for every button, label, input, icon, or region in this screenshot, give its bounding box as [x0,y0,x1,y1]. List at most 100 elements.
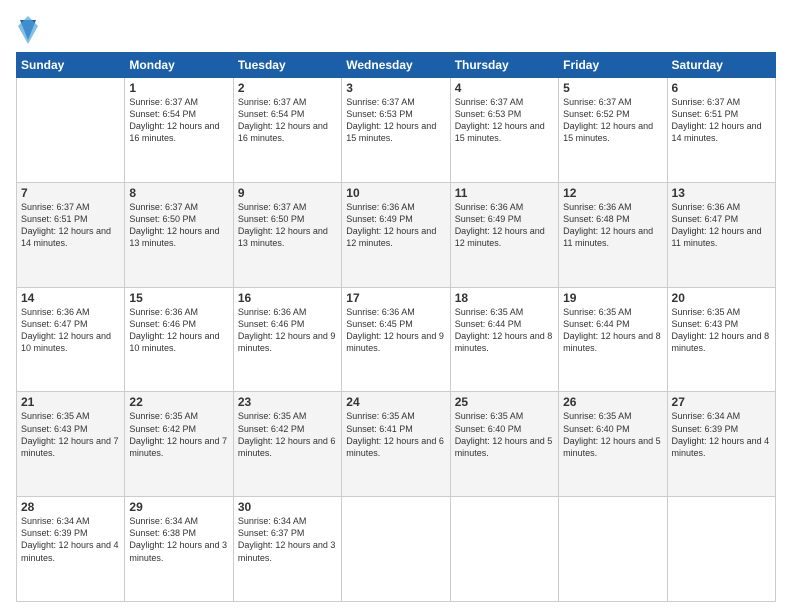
calendar-week-1: 1Sunrise: 6:37 AM Sunset: 6:54 PM Daylig… [17,78,776,183]
cell-info: Sunrise: 6:34 AM Sunset: 6:38 PM Dayligh… [129,515,228,564]
calendar-header-row: SundayMondayTuesdayWednesdayThursdayFrid… [17,53,776,78]
calendar-cell: 7Sunrise: 6:37 AM Sunset: 6:51 PM Daylig… [17,182,125,287]
day-number: 2 [238,81,337,95]
calendar-cell: 12Sunrise: 6:36 AM Sunset: 6:48 PM Dayli… [559,182,667,287]
calendar-cell: 1Sunrise: 6:37 AM Sunset: 6:54 PM Daylig… [125,78,233,183]
day-number: 24 [346,395,445,409]
calendar-header-wednesday: Wednesday [342,53,450,78]
calendar-cell: 4Sunrise: 6:37 AM Sunset: 6:53 PM Daylig… [450,78,558,183]
day-number: 12 [563,186,662,200]
day-number: 19 [563,291,662,305]
day-number: 6 [672,81,771,95]
cell-info: Sunrise: 6:37 AM Sunset: 6:51 PM Dayligh… [672,96,771,145]
calendar-header-tuesday: Tuesday [233,53,341,78]
calendar-cell [667,497,775,602]
day-number: 18 [455,291,554,305]
calendar-week-3: 14Sunrise: 6:36 AM Sunset: 6:47 PM Dayli… [17,287,776,392]
calendar-cell: 11Sunrise: 6:36 AM Sunset: 6:49 PM Dayli… [450,182,558,287]
calendar-cell: 18Sunrise: 6:35 AM Sunset: 6:44 PM Dayli… [450,287,558,392]
calendar-header-friday: Friday [559,53,667,78]
calendar-cell: 23Sunrise: 6:35 AM Sunset: 6:42 PM Dayli… [233,392,341,497]
day-number: 21 [21,395,120,409]
day-number: 26 [563,395,662,409]
calendar-week-4: 21Sunrise: 6:35 AM Sunset: 6:43 PM Dayli… [17,392,776,497]
cell-info: Sunrise: 6:37 AM Sunset: 6:53 PM Dayligh… [455,96,554,145]
calendar-header-saturday: Saturday [667,53,775,78]
cell-info: Sunrise: 6:35 AM Sunset: 6:43 PM Dayligh… [21,410,120,459]
day-number: 3 [346,81,445,95]
cell-info: Sunrise: 6:37 AM Sunset: 6:52 PM Dayligh… [563,96,662,145]
page: SundayMondayTuesdayWednesdayThursdayFrid… [0,0,792,612]
day-number: 8 [129,186,228,200]
calendar-cell [342,497,450,602]
calendar-cell: 5Sunrise: 6:37 AM Sunset: 6:52 PM Daylig… [559,78,667,183]
calendar-header-sunday: Sunday [17,53,125,78]
calendar-cell: 19Sunrise: 6:35 AM Sunset: 6:44 PM Dayli… [559,287,667,392]
day-number: 17 [346,291,445,305]
day-number: 14 [21,291,120,305]
cell-info: Sunrise: 6:37 AM Sunset: 6:50 PM Dayligh… [238,201,337,250]
day-number: 16 [238,291,337,305]
calendar-cell: 22Sunrise: 6:35 AM Sunset: 6:42 PM Dayli… [125,392,233,497]
calendar-cell: 16Sunrise: 6:36 AM Sunset: 6:46 PM Dayli… [233,287,341,392]
day-number: 1 [129,81,228,95]
day-number: 23 [238,395,337,409]
calendar-cell: 6Sunrise: 6:37 AM Sunset: 6:51 PM Daylig… [667,78,775,183]
day-number: 30 [238,500,337,514]
cell-info: Sunrise: 6:35 AM Sunset: 6:40 PM Dayligh… [455,410,554,459]
calendar-cell: 3Sunrise: 6:37 AM Sunset: 6:53 PM Daylig… [342,78,450,183]
calendar-cell: 13Sunrise: 6:36 AM Sunset: 6:47 PM Dayli… [667,182,775,287]
calendar-cell: 9Sunrise: 6:37 AM Sunset: 6:50 PM Daylig… [233,182,341,287]
cell-info: Sunrise: 6:35 AM Sunset: 6:41 PM Dayligh… [346,410,445,459]
day-number: 7 [21,186,120,200]
day-number: 29 [129,500,228,514]
calendar-cell: 17Sunrise: 6:36 AM Sunset: 6:45 PM Dayli… [342,287,450,392]
cell-info: Sunrise: 6:35 AM Sunset: 6:42 PM Dayligh… [129,410,228,459]
day-number: 11 [455,186,554,200]
day-number: 9 [238,186,337,200]
cell-info: Sunrise: 6:35 AM Sunset: 6:44 PM Dayligh… [455,306,554,355]
calendar-cell: 14Sunrise: 6:36 AM Sunset: 6:47 PM Dayli… [17,287,125,392]
calendar-cell: 21Sunrise: 6:35 AM Sunset: 6:43 PM Dayli… [17,392,125,497]
cell-info: Sunrise: 6:37 AM Sunset: 6:54 PM Dayligh… [238,96,337,145]
calendar-cell: 30Sunrise: 6:34 AM Sunset: 6:37 PM Dayli… [233,497,341,602]
day-number: 27 [672,395,771,409]
day-number: 28 [21,500,120,514]
calendar-week-5: 28Sunrise: 6:34 AM Sunset: 6:39 PM Dayli… [17,497,776,602]
calendar-week-2: 7Sunrise: 6:37 AM Sunset: 6:51 PM Daylig… [17,182,776,287]
logo [16,16,38,44]
day-number: 20 [672,291,771,305]
cell-info: Sunrise: 6:35 AM Sunset: 6:43 PM Dayligh… [672,306,771,355]
header [16,16,776,44]
cell-info: Sunrise: 6:36 AM Sunset: 6:49 PM Dayligh… [455,201,554,250]
day-number: 25 [455,395,554,409]
calendar-header-thursday: Thursday [450,53,558,78]
cell-info: Sunrise: 6:37 AM Sunset: 6:53 PM Dayligh… [346,96,445,145]
logo-icon [18,16,38,44]
calendar-cell: 24Sunrise: 6:35 AM Sunset: 6:41 PM Dayli… [342,392,450,497]
calendar-cell: 29Sunrise: 6:34 AM Sunset: 6:38 PM Dayli… [125,497,233,602]
calendar-cell: 28Sunrise: 6:34 AM Sunset: 6:39 PM Dayli… [17,497,125,602]
cell-info: Sunrise: 6:36 AM Sunset: 6:46 PM Dayligh… [238,306,337,355]
calendar-cell: 26Sunrise: 6:35 AM Sunset: 6:40 PM Dayli… [559,392,667,497]
day-number: 5 [563,81,662,95]
cell-info: Sunrise: 6:37 AM Sunset: 6:51 PM Dayligh… [21,201,120,250]
day-number: 10 [346,186,445,200]
day-number: 4 [455,81,554,95]
calendar-cell: 2Sunrise: 6:37 AM Sunset: 6:54 PM Daylig… [233,78,341,183]
cell-info: Sunrise: 6:35 AM Sunset: 6:44 PM Dayligh… [563,306,662,355]
calendar-cell: 8Sunrise: 6:37 AM Sunset: 6:50 PM Daylig… [125,182,233,287]
day-number: 15 [129,291,228,305]
calendar-header-monday: Monday [125,53,233,78]
cell-info: Sunrise: 6:37 AM Sunset: 6:54 PM Dayligh… [129,96,228,145]
day-number: 13 [672,186,771,200]
cell-info: Sunrise: 6:36 AM Sunset: 6:47 PM Dayligh… [21,306,120,355]
calendar-cell [559,497,667,602]
calendar-cell: 15Sunrise: 6:36 AM Sunset: 6:46 PM Dayli… [125,287,233,392]
calendar-cell: 10Sunrise: 6:36 AM Sunset: 6:49 PM Dayli… [342,182,450,287]
cell-info: Sunrise: 6:36 AM Sunset: 6:45 PM Dayligh… [346,306,445,355]
cell-info: Sunrise: 6:34 AM Sunset: 6:39 PM Dayligh… [672,410,771,459]
calendar-cell [17,78,125,183]
calendar-cell [450,497,558,602]
cell-info: Sunrise: 6:34 AM Sunset: 6:39 PM Dayligh… [21,515,120,564]
